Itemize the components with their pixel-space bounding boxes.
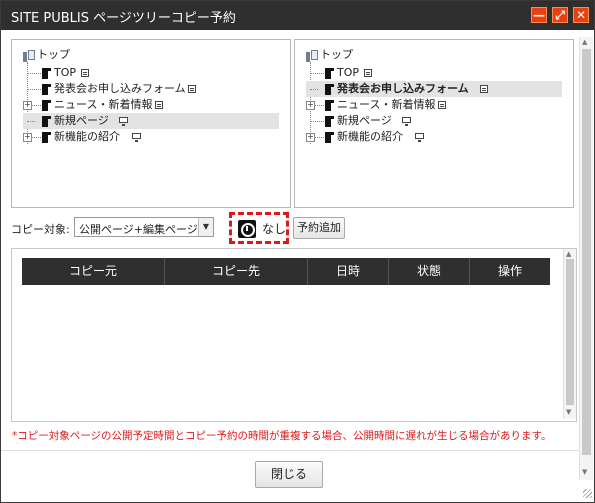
page-icon — [325, 116, 334, 127]
chevron-down-icon[interactable]: ▼ — [198, 218, 213, 236]
page-icon — [325, 68, 334, 79]
page-icon — [325, 84, 334, 95]
scroll-down-icon[interactable]: ▼ — [582, 468, 587, 476]
scroll-up-icon[interactable]: ▲ — [566, 250, 571, 258]
tree-root-label: トップ — [37, 48, 70, 61]
col-status: 状態 — [389, 258, 470, 285]
source-tree-panel[interactable]: トップ TOP 発表会お申し込みフォーム + ニュース・新着情報 新規ページ +… — [11, 39, 291, 208]
close-window-button[interactable]: ✕ — [573, 7, 589, 23]
tree-node-label: 新機能の紹介 — [54, 130, 120, 143]
mini-doc-icon — [480, 85, 488, 93]
dialog-window: SITE PUBLIS ページツリーコピー予約 — ⤢ ✕ トップ TOP 発表… — [0, 0, 595, 503]
scroll-up-icon[interactable]: ▲ — [582, 38, 587, 46]
close-button[interactable]: 閉じる — [255, 461, 323, 488]
page-icon — [42, 116, 51, 127]
col-datetime: 日時 — [308, 258, 389, 285]
tree-node-form[interactable]: 発表会お申し込みフォーム — [306, 81, 562, 97]
page-icon — [325, 132, 334, 143]
mini-doc-icon — [438, 101, 446, 109]
page-icon — [42, 132, 51, 143]
reservation-list-panel[interactable]: コピー元 コピー先 日時 状態 操作 ▲ ▼ — [11, 248, 577, 422]
tree-node-new-page[interactable]: 新規ページ — [23, 113, 279, 129]
footer-divider — [1, 450, 579, 451]
monitor-icon — [415, 133, 424, 142]
copy-target-select[interactable]: 公開ページ+編集ページ ▼ — [74, 217, 214, 237]
tree-node-top[interactable]: TOP — [12, 65, 282, 81]
monitor-icon — [402, 117, 411, 126]
resize-grip-icon[interactable] — [583, 489, 592, 498]
mini-doc-icon — [188, 85, 196, 93]
window-title: SITE PUBLIS ページツリーコピー予約 — [11, 11, 236, 26]
page-icon — [42, 100, 51, 111]
tree-node-label: 新規ページ — [54, 114, 109, 127]
page-icon — [42, 68, 51, 79]
tree-node-label: ニュース・新着情報 — [54, 98, 153, 111]
page-icon — [325, 100, 334, 111]
scroll-down-icon[interactable]: ▼ — [566, 408, 571, 416]
page-icon — [42, 84, 51, 95]
titlebar[interactable]: SITE PUBLIS ページツリーコピー予約 — ⤢ ✕ — [1, 1, 594, 30]
scroll-thumb[interactable] — [566, 259, 574, 405]
mini-doc-icon — [364, 69, 372, 77]
maximize-button[interactable]: ⤢ — [552, 7, 568, 23]
copy-target-value: 公開ページ+編集ページ — [79, 223, 198, 236]
add-reservation-button[interactable]: 予約追加 — [293, 217, 345, 239]
col-copy-source: コピー元 — [22, 258, 165, 285]
tree-node-news[interactable]: ニュース・新着情報 — [295, 97, 565, 113]
tree-root[interactable]: トップ — [295, 47, 555, 63]
scroll-thumb[interactable] — [582, 49, 591, 455]
tree-node-features[interactable]: 新機能の紹介 — [12, 129, 282, 145]
monitor-icon — [132, 133, 141, 142]
col-copy-destination: コピー先 — [165, 258, 308, 285]
tree-node-label: 発表会お申し込みフォーム — [54, 82, 186, 95]
list-scrollbar[interactable]: ▲ ▼ — [563, 249, 576, 419]
tree-node-top[interactable]: TOP — [295, 65, 565, 81]
dialog-scrollbar[interactable]: ▲ ▼ — [579, 37, 593, 480]
tree-node-form[interactable]: 発表会お申し込みフォーム — [12, 81, 282, 97]
col-actions: 操作 — [497, 264, 522, 278]
dialog-body: トップ TOP 発表会お申し込みフォーム + ニュース・新着情報 新規ページ +… — [1, 31, 594, 502]
monitor-icon — [119, 117, 128, 126]
copy-target-label: コピー対象: — [11, 223, 70, 236]
minimize-button[interactable]: — — [531, 7, 547, 23]
tree-node-label: 発表会お申し込みフォーム — [337, 82, 469, 95]
tree-node-label: 新機能の紹介 — [337, 130, 403, 143]
tree-root[interactable]: トップ — [12, 47, 272, 63]
reservation-table-header: コピー元 コピー先 日時 状態 操作 — [22, 258, 550, 285]
warning-note: *コピー対象ページの公開予定時間とコピー予約の時間が重複する場合、公開時間に遅れ… — [12, 430, 552, 442]
tree-node-news[interactable]: ニュース・新着情報 — [12, 97, 282, 113]
tree-node-features[interactable]: 新機能の紹介 — [295, 129, 565, 145]
schedule-value: なし — [262, 222, 287, 236]
mini-doc-icon — [81, 69, 89, 77]
tree-root-label: トップ — [320, 48, 353, 61]
destination-tree-panel[interactable]: トップ TOP 発表会お申し込みフォーム + ニュース・新着情報 新規ページ +… — [294, 39, 574, 208]
alarm-clock-icon[interactable] — [238, 220, 256, 238]
tree-node-new-page[interactable]: 新規ページ — [295, 113, 565, 129]
tree-node-label: TOP — [54, 66, 77, 79]
tree-node-label: 新規ページ — [337, 114, 392, 127]
mini-doc-icon — [155, 101, 163, 109]
tree-node-label: TOP — [337, 66, 360, 79]
tree-node-label: ニュース・新着情報 — [337, 98, 436, 111]
